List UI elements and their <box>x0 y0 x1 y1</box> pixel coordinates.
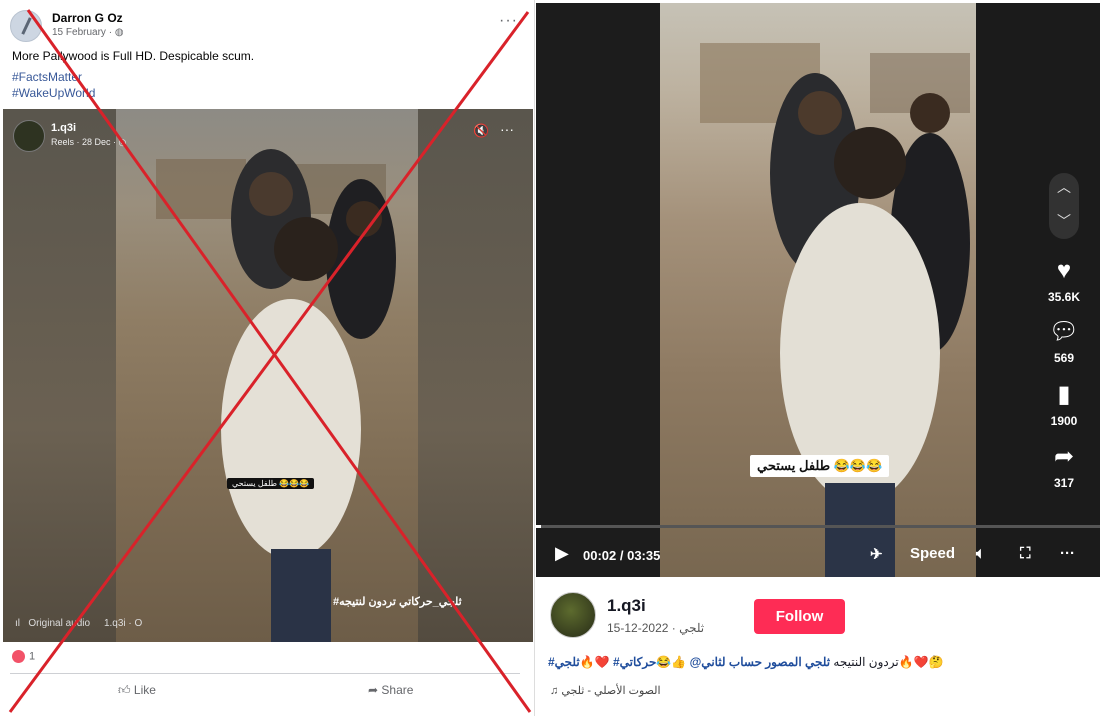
reel-caption: طلفل يستحي 😂😂😂 <box>227 478 315 489</box>
video-blur-right <box>418 109 533 642</box>
video-nav: ︿ ﹀ <box>1049 173 1079 239</box>
music-line[interactable]: ♫ الصوت الأصلي - ثلجي <box>550 684 661 697</box>
save-count: 1900 <box>1050 414 1078 428</box>
description-link[interactable]: ثلجي المصور حساب لثاني@ <box>690 655 830 669</box>
comment-action[interactable]: 💬︎ 569 <box>1034 318 1094 366</box>
reel-meta-text: Reels · 28 Dec · <box>51 137 119 147</box>
like-count: 35.6K <box>1047 290 1081 304</box>
instagram-icon: ◎ <box>118 137 127 147</box>
reel-meta: Reels · 28 Dec · ◎ <box>51 137 126 148</box>
audio-label: Original audio <box>28 618 91 629</box>
video-frame <box>116 109 418 642</box>
reel-avatar[interactable] <box>13 120 45 152</box>
reel-overlay-text: #ثلجي_حركاتي تردون لنتيجه <box>333 596 462 608</box>
audio-icon: ıl <box>15 618 20 629</box>
audio-user: 1.q3i · O <box>103 618 143 629</box>
reel-username[interactable]: 1.q3i <box>51 122 76 134</box>
share-count: 317 <box>1053 476 1075 490</box>
hashtag-wakeupworld[interactable]: #WakeUpWorld <box>12 86 95 100</box>
like-label: Like <box>133 683 156 697</box>
video-blur-left <box>3 109 116 642</box>
reel-more-icon[interactable]: ··· <box>500 121 514 137</box>
follow-button[interactable]: Follow <box>754 599 845 634</box>
video-scene <box>156 149 396 642</box>
description-suffix[interactable]: 👍😂حركاتي# ❤️🔥ثلجي# <box>548 655 686 669</box>
volume-icon[interactable]: 🔈︎ <box>976 545 985 562</box>
angry-icon <box>12 650 25 663</box>
more-options-icon[interactable]: ··· <box>499 12 518 30</box>
reaction-summary[interactable]: 1 <box>12 650 35 663</box>
author-name[interactable]: Darron G Oz <box>52 11 123 25</box>
heart-icon: ♥ <box>1056 257 1072 284</box>
speed-button[interactable]: Speed <box>910 545 955 562</box>
like-button[interactable]: 👍︎ Like <box>118 683 156 698</box>
hashtag-factsmatter[interactable]: #FactsMatter <box>12 70 82 84</box>
chevron-up-icon[interactable]: ︿ <box>1057 177 1071 197</box>
video-blur-left <box>536 3 660 577</box>
facebook-post-panel: Darron G Oz 15 February · ◍ ··· More Pal… <box>0 0 535 716</box>
share-action[interactable]: ➦ 317 <box>1034 443 1094 491</box>
post-date[interactable]: 15 February · ◍ <box>52 27 124 38</box>
mute-icon[interactable]: 🔇 <box>473 123 489 139</box>
comment-count: 569 <box>1053 351 1075 365</box>
reaction-count: 1 <box>29 650 36 663</box>
like-action[interactable]: ♥ 35.6K <box>1034 257 1094 305</box>
reel-video[interactable]: 1.q3i Reels · 28 Dec · ◎ 🔇 ··· طلفل يستح… <box>3 109 533 642</box>
author-avatar[interactable] <box>10 10 42 42</box>
share-label: Share <box>381 683 414 697</box>
video-description: 🤔❤️🔥تردون النتيجه ثلجي المصور حساب لثاني… <box>548 655 1088 669</box>
save-action[interactable]: ▮ 1900 <box>1034 381 1094 429</box>
more-icon[interactable]: ··· <box>1060 545 1075 562</box>
creator-avatar[interactable] <box>550 592 596 638</box>
pip-icon[interactable]: ✈ <box>870 545 883 563</box>
creator-username[interactable]: 1.q3i <box>607 596 646 616</box>
video-caption: طلفل يستحي 😂😂😂 <box>750 455 890 477</box>
tiktok-video[interactable]: ︿ ﹀ ♥ 35.6K 💬︎ 569 ▮ 1900 ➦ 317 طلفل يست… <box>536 3 1100 577</box>
thumbs-up-icon: 👍︎ <box>118 683 131 697</box>
chevron-down-icon[interactable]: ﹀ <box>1057 211 1071 231</box>
time-display: 00:02 / 03:35 <box>583 548 661 563</box>
video-scene <box>700 43 970 577</box>
reel-audio[interactable]: ıl Original audio 1.q3i · O <box>15 618 142 629</box>
creator-subline: ثلجي · 2022-12-15 <box>607 621 705 635</box>
music-icon: ♫ <box>550 685 559 697</box>
play-icon[interactable]: ▶ <box>555 543 569 564</box>
progress-bar[interactable] <box>536 525 1100 528</box>
description-prefix: 🤔❤️🔥تردون النتيجه <box>833 655 944 669</box>
post-date-text: 15 February · <box>52 27 115 38</box>
comment-icon: 💬︎ <box>1048 318 1080 345</box>
fullscreen-icon[interactable]: ⛶ <box>1020 545 1031 562</box>
tiktok-panel: ︿ ﹀ ♥ 35.6K 💬︎ 569 ▮ 1900 ➦ 317 طلفل يست… <box>536 0 1100 716</box>
bookmark-icon: ▮ <box>1057 381 1071 408</box>
share-button[interactable]: ➦ Share <box>368 683 413 697</box>
divider <box>10 673 520 674</box>
post-header: Darron G Oz 15 February · ◍ ··· <box>10 8 530 44</box>
post-text: More Pallywood is Full HD. Despicable sc… <box>12 49 255 63</box>
share-icon: ➦ <box>368 683 379 697</box>
music-title: الصوت الأصلي - ثلجي <box>561 685 661 697</box>
progress-fill <box>536 525 542 528</box>
share-icon: ➦ <box>1053 443 1075 470</box>
video-frame <box>660 3 976 577</box>
globe-icon: ◍ <box>114 27 124 38</box>
